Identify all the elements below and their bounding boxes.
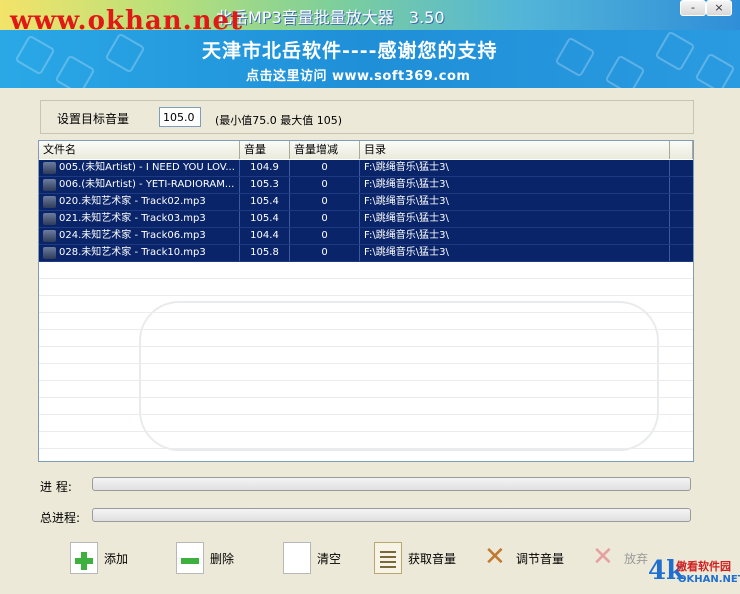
get-volume-button[interactable]: 获取音量 — [374, 538, 456, 578]
add-file-icon — [70, 542, 98, 574]
target-volume-input[interactable] — [159, 107, 201, 127]
cell-directory: F:\跳绳音乐\猛士3\ — [360, 228, 670, 244]
progress-bar — [92, 477, 691, 491]
table-row[interactable]: 006.(未知Artist) - YETI-RADIORAM... 105.3 … — [39, 177, 693, 194]
minimize-button[interactable]: - — [680, 0, 706, 16]
file-list[interactable]: 文件名 音量 音量增减 目录 005.(未知Artist) - I NEED Y… — [38, 140, 694, 462]
cell-directory: F:\跳绳音乐\猛士3\ — [360, 211, 670, 227]
cell-filename: 021.未知艺术家 - Track03.mp3 — [59, 213, 206, 224]
audio-file-icon — [43, 179, 56, 191]
column-header-volume[interactable]: 音量 — [240, 141, 290, 159]
table-row[interactable]: 024.未知艺术家 - Track06.mp3 104.4 0 F:\跳绳音乐\… — [39, 228, 693, 245]
table-row[interactable]: 005.(未知Artist) - I NEED YOU LOV... 104.9… — [39, 160, 693, 177]
column-header-gain[interactable]: 音量增减 — [290, 141, 360, 159]
audio-file-icon — [43, 162, 56, 174]
empty-row — [39, 398, 693, 415]
cell-filename: 028.未知艺术家 - Track10.mp3 — [59, 247, 206, 258]
website-banner[interactable]: 天津市北岳软件----感谢您的支持 点击这里访问 www.soft369.com — [0, 30, 740, 88]
column-header-directory[interactable]: 目录 — [360, 141, 670, 159]
cell-volume: 105.3 — [240, 177, 290, 193]
target-volume-label: 设置目标音量 — [57, 112, 130, 126]
cell-volume: 105.4 — [240, 194, 290, 210]
blank-page-icon — [283, 542, 311, 574]
banner-website-link[interactable]: 点击这里访问 www.soft369.com — [246, 65, 470, 84]
target-volume-group: 设置目标音量 (最小值75.0 最大值 105) — [40, 100, 694, 134]
tools-icon — [482, 542, 510, 574]
audio-file-icon — [43, 230, 56, 242]
table-row[interactable]: 020.未知艺术家 - Track02.mp3 105.4 0 F:\跳绳音乐\… — [39, 194, 693, 211]
add-button[interactable]: 添加 — [70, 538, 128, 578]
column-header-spacer — [670, 141, 693, 159]
cell-gain: 0 — [290, 228, 360, 244]
total-progress-bar — [92, 508, 691, 522]
empty-row — [39, 381, 693, 398]
audio-file-icon — [43, 213, 56, 225]
close-button[interactable]: × — [706, 0, 732, 16]
window-title: 北岳MP3音量批量放大器 3.50 — [216, 8, 445, 27]
cell-gain: 0 — [290, 194, 360, 210]
empty-row — [39, 296, 693, 313]
progress-label: 进 程: — [40, 480, 72, 494]
empty-row — [39, 364, 693, 381]
cell-filename: 005.(未知Artist) - I NEED YOU LOV... — [59, 162, 235, 173]
cell-filename: 020.未知艺术家 - Track02.mp3 — [59, 196, 206, 207]
cell-directory: F:\跳绳音乐\猛士3\ — [360, 245, 670, 261]
cancel-x-icon — [590, 542, 618, 574]
cell-volume: 104.4 — [240, 228, 290, 244]
empty-row — [39, 262, 693, 279]
total-progress-label: 总进程: — [40, 511, 81, 525]
cell-filename: 006.(未知Artist) - YETI-RADIORAM... — [59, 179, 235, 190]
empty-row — [39, 279, 693, 296]
cell-directory: F:\跳绳音乐\猛士3\ — [360, 160, 670, 176]
clear-button[interactable]: 清空 — [283, 538, 341, 578]
cell-directory: F:\跳绳音乐\猛士3\ — [360, 177, 670, 193]
okhan-logo: 4k 傲看软件园 OKHAN.NET — [648, 556, 740, 586]
cell-gain: 0 — [290, 177, 360, 193]
cell-directory: F:\跳绳音乐\猛士3\ — [360, 194, 670, 210]
banner-thanks-text: 天津市北岳软件----感谢您的支持 — [202, 40, 498, 62]
column-header-filename[interactable]: 文件名 — [39, 141, 240, 159]
empty-row — [39, 449, 693, 461]
list-header: 文件名 音量 音量增减 目录 — [39, 141, 693, 159]
delete-button[interactable]: 删除 — [176, 538, 234, 578]
cell-volume: 104.9 — [240, 160, 290, 176]
empty-row — [39, 330, 693, 347]
adjust-volume-button[interactable]: 调节音量 — [482, 538, 564, 578]
cell-volume: 105.8 — [240, 245, 290, 261]
cell-gain: 0 — [290, 211, 360, 227]
empty-row — [39, 415, 693, 432]
empty-row — [39, 347, 693, 364]
cell-gain: 0 — [290, 160, 360, 176]
table-row[interactable]: 021.未知艺术家 - Track03.mp3 105.4 0 F:\跳绳音乐\… — [39, 211, 693, 228]
list-document-icon — [374, 542, 402, 574]
remove-file-icon — [176, 542, 204, 574]
volume-range-hint: (最小值75.0 最大值 105) — [215, 114, 343, 127]
cancel-button[interactable]: 放弃 — [590, 538, 648, 578]
table-row[interactable]: 028.未知艺术家 - Track10.mp3 105.8 0 F:\跳绳音乐\… — [39, 245, 693, 262]
cell-filename: 024.未知艺术家 - Track06.mp3 — [59, 230, 206, 241]
cell-volume: 105.4 — [240, 211, 290, 227]
audio-file-icon — [43, 247, 56, 259]
empty-row — [39, 432, 693, 449]
cell-gain: 0 — [290, 245, 360, 261]
watermark-text: www.okhan.net — [10, 6, 244, 36]
audio-file-icon — [43, 196, 56, 208]
empty-row — [39, 313, 693, 330]
